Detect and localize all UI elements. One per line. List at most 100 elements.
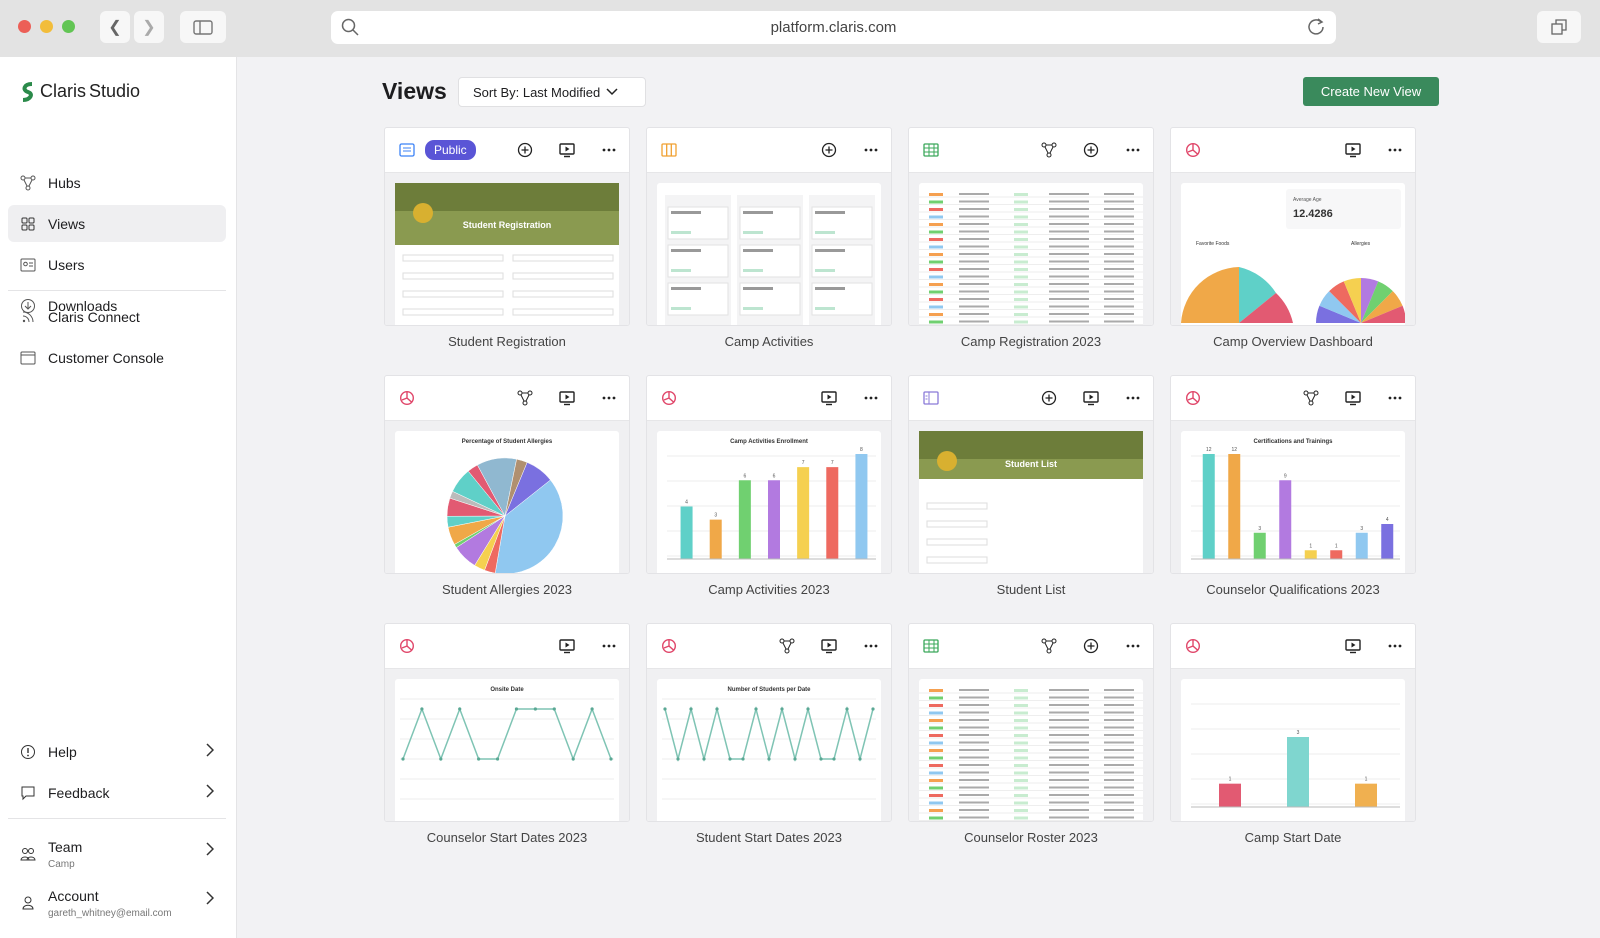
create-new-view-button[interactable]: Create New View	[1303, 77, 1439, 106]
hub-button[interactable]	[779, 638, 795, 654]
view-card[interactable]: Public Student Registration	[384, 127, 630, 326]
view-card[interactable]: Percentage of Student Allergies	[384, 375, 630, 574]
present-button[interactable]	[1345, 638, 1361, 654]
reload-icon[interactable]	[1306, 17, 1326, 37]
present-button[interactable]	[559, 638, 575, 654]
thumbnail-preview: Onsite Date	[395, 679, 619, 821]
more-button[interactable]	[1387, 390, 1403, 406]
view-card[interactable]	[908, 623, 1154, 822]
present-button[interactable]	[559, 390, 575, 406]
present-button[interactable]	[821, 390, 837, 406]
sidebar-item-hubs[interactable]: Hubs	[8, 164, 226, 201]
view-thumbnail[interactable]: Student List	[909, 421, 1153, 573]
view-thumbnail[interactable]	[909, 669, 1153, 821]
present-button[interactable]	[1345, 142, 1361, 158]
add-button[interactable]	[517, 142, 533, 158]
more-button[interactable]	[601, 638, 617, 654]
more-button[interactable]	[1125, 142, 1141, 158]
view-thumbnail[interactable]	[909, 173, 1153, 325]
view-card-title[interactable]: Counselor Roster 2023	[908, 830, 1154, 845]
tabs-overview-button[interactable]	[1537, 11, 1581, 43]
more-button[interactable]	[601, 390, 617, 406]
minimize-window-button[interactable]	[40, 20, 53, 33]
sidebar-account[interactable]: Account gareth_whitney@email.com	[8, 881, 226, 925]
view-card-title[interactable]: Student Registration	[384, 334, 630, 349]
add-button[interactable]	[1041, 390, 1057, 406]
view-card-title[interactable]: Counselor Qualifications 2023	[1170, 582, 1416, 597]
view-card-title[interactable]: Camp Activities 2023	[646, 582, 892, 597]
present-button[interactable]	[559, 142, 575, 158]
thumb-point	[741, 757, 745, 761]
more-button[interactable]	[1125, 638, 1141, 654]
view-card[interactable]: 1 3 1	[1170, 623, 1416, 822]
sort-dropdown[interactable]: Sort By: Last Modified	[458, 77, 646, 107]
thumbnail-preview: Student List	[919, 431, 1143, 573]
more-button[interactable]	[863, 142, 879, 158]
view-card[interactable]: Certifications and Trainings 12 12 3 9 1 1 3 4	[1170, 375, 1416, 574]
view-card[interactable]: Average Age 12.4286 Favorite Foods Allergie…	[1170, 127, 1416, 326]
view-thumbnail[interactable]: Average Age 12.4286 Favorite Foods Allergie…	[1171, 173, 1415, 325]
view-card-title[interactable]: Student Allergies 2023	[384, 582, 630, 597]
sidebar-item-views[interactable]: Views	[8, 205, 226, 242]
more-button[interactable]	[1125, 390, 1141, 406]
address-bar[interactable]: platform.claris.com	[331, 11, 1336, 44]
sidebar-item-help[interactable]: Help	[8, 733, 226, 770]
sidebar-link-customer-console[interactable]: Customer Console	[8, 339, 226, 376]
sidebar-toggle-button[interactable]	[180, 11, 226, 43]
forward-button[interactable]: ❯	[134, 11, 164, 43]
view-thumbnail[interactable]: 1 3 1	[1171, 669, 1415, 821]
view-card-title[interactable]: Camp Registration 2023	[908, 334, 1154, 349]
more-button[interactable]	[863, 638, 879, 654]
present-button[interactable]	[821, 638, 837, 654]
zoom-window-button[interactable]	[62, 20, 75, 33]
view-card-title[interactable]: Camp Overview Dashboard	[1170, 334, 1416, 349]
view-thumbnail[interactable]: Certifications and Trainings 12 12 3 9 1 1 3 4	[1171, 421, 1415, 573]
view-card-title[interactable]: Camp Activities	[646, 334, 892, 349]
add-icon	[1083, 638, 1099, 654]
add-button[interactable]	[1083, 638, 1099, 654]
view-card[interactable]	[646, 127, 892, 326]
view-card[interactable]: Onsite Date	[384, 623, 630, 822]
more-button[interactable]	[1387, 142, 1403, 158]
view-thumbnail[interactable]: Number of Students per Date	[647, 669, 891, 821]
view-thumbnail[interactable]: Percentage of Student Allergies	[385, 421, 629, 573]
hub-button[interactable]	[1041, 142, 1057, 158]
view-card-title[interactable]: Student List	[908, 582, 1154, 597]
thumb-point	[754, 707, 758, 711]
view-card[interactable]	[908, 127, 1154, 326]
view-card-title[interactable]: Camp Start Date	[1170, 830, 1416, 845]
view-card-title[interactable]: Student Start Dates 2023	[646, 830, 892, 845]
more-button[interactable]	[1387, 638, 1403, 654]
add-button[interactable]	[821, 142, 837, 158]
hub-button[interactable]	[517, 390, 533, 406]
more-button[interactable]	[601, 142, 617, 158]
sidebar-item-feedback[interactable]: Feedback	[8, 774, 226, 811]
view-thumbnail[interactable]	[647, 173, 891, 325]
present-button[interactable]	[1345, 390, 1361, 406]
view-card-title[interactable]: Counselor Start Dates 2023	[384, 830, 630, 845]
sidebar-team[interactable]: Team Camp	[8, 832, 226, 876]
present-button[interactable]	[1083, 390, 1099, 406]
hubs-icon	[20, 175, 36, 190]
sidebar-link-claris-connect[interactable]: Claris Connect	[8, 298, 226, 335]
view-thumbnail[interactable]: Student Registration	[385, 173, 629, 325]
thumb-bar-label: 7	[802, 460, 805, 466]
claris-studio-logo[interactable]: Claris Studio	[20, 81, 140, 102]
view-card[interactable]: Number of Students per Date	[646, 623, 892, 822]
view-card[interactable]: Student List	[908, 375, 1154, 574]
add-button[interactable]	[1083, 142, 1099, 158]
close-window-button[interactable]	[18, 20, 31, 33]
view-card[interactable]: Camp Activities Enrollment 4 3 6 6 7 7 8	[646, 375, 892, 574]
hub-button[interactable]	[1303, 390, 1319, 406]
thumb-point	[609, 757, 613, 761]
tabs-icon	[1551, 19, 1567, 35]
thumb-bar-label: 1	[1229, 777, 1232, 783]
view-thumbnail[interactable]: Camp Activities Enrollment 4 3 6 6 7 7 8	[647, 421, 891, 573]
more-button[interactable]	[863, 390, 879, 406]
thumbnail-preview	[919, 679, 1143, 821]
sidebar-item-users[interactable]: Users	[8, 246, 226, 283]
hub-button[interactable]	[1041, 638, 1057, 654]
view-thumbnail[interactable]: Onsite Date	[385, 669, 629, 821]
team-icon	[20, 848, 36, 861]
back-button[interactable]: ❮	[100, 11, 130, 43]
